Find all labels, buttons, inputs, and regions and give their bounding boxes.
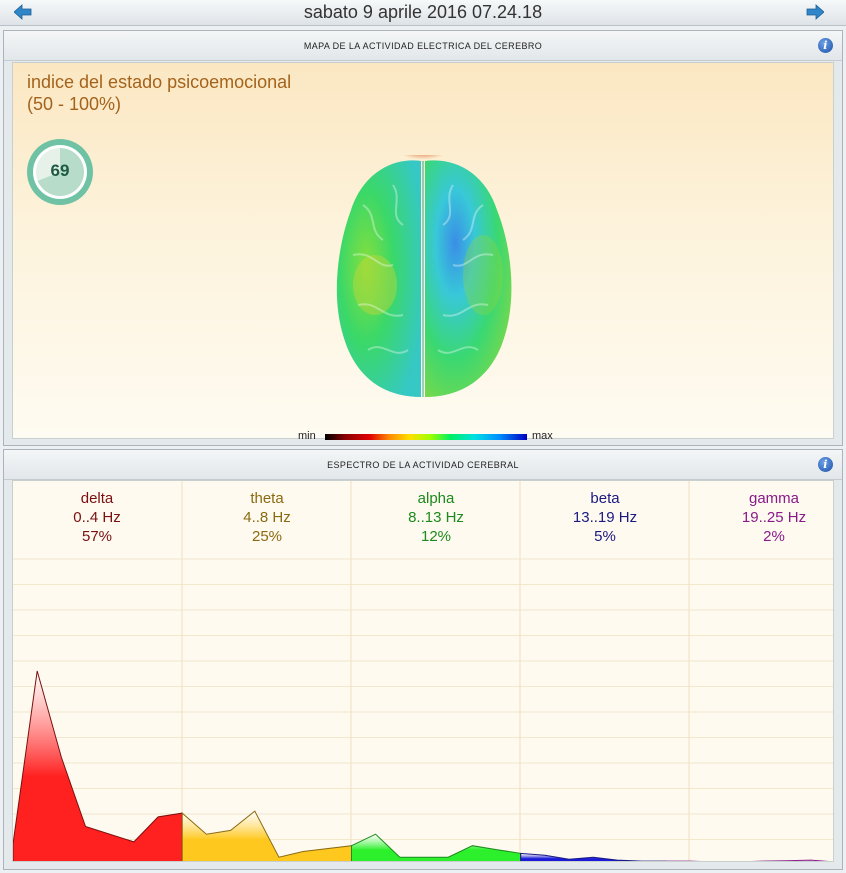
brain-map-panel: MAPA DE LA ACTIVIDAD ELECTRICA DEL CEREB… [3, 30, 843, 446]
date-time: sabato 9 aprile 2016 07.24.18 [303, 2, 543, 22]
panel-title: MAPA DE LA ACTIVIDAD ELECTRICA DEL CEREB… [4, 31, 842, 61]
gauge-value: 69 [50, 161, 70, 180]
index-title: indice del estado psicoemocional [27, 72, 292, 92]
index-range: (50 - 100%) [27, 94, 122, 114]
brain-map-body: indice del estado psicoemocional (50 - 1… [12, 62, 834, 442]
band-delta: delta 0..4 Hz 57% [13, 489, 181, 546]
band-name: gamma [748, 490, 800, 507]
band-gamma: gamma 19..25 Hz 2% [690, 489, 833, 546]
spectrum-area-delta [13, 670, 183, 861]
band-percent: 57% [81, 528, 113, 545]
top-bar: sabato 9 aprile 2016 07.24.18 [0, 0, 846, 26]
band-range: 4..8 Hz [243, 509, 291, 526]
arrow-right-icon[interactable] [806, 4, 824, 20]
band-percent: 25% [251, 528, 283, 545]
band-percent: 12% [420, 528, 452, 545]
band-name: alpha [417, 490, 455, 507]
index-title-block: indice del estado psicoemocional (50 - 1… [27, 71, 291, 115]
band-name: beta [590, 490, 620, 507]
band-name: delta [80, 490, 114, 507]
panel-title: ESPECTRO DE LA ACTIVIDAD CEREBRAL i [4, 450, 842, 480]
band-theta: theta 4..8 Hz 25% [183, 489, 351, 546]
band-beta: beta 13..19 Hz 5% [521, 489, 689, 546]
info-icon[interactable]: i [818, 457, 833, 472]
info-icon[interactable]: i [818, 38, 833, 53]
scale-min-label: min [298, 430, 316, 442]
band-percent: 2% [763, 528, 785, 545]
scale-max-label: max [532, 430, 553, 442]
band-range: 19..25 Hz [741, 509, 807, 526]
band-name: theta [250, 490, 284, 507]
brain-activity-map [336, 155, 512, 397]
band-alpha: alpha 8..13 Hz 12% [352, 489, 520, 546]
band-range: 8..13 Hz [408, 509, 464, 526]
band-percent: 5% [594, 528, 616, 545]
band-range: 13..19 Hz [572, 509, 638, 526]
spectrum-area-theta [181, 810, 353, 861]
spectrum-area-gamma [665, 859, 829, 861]
spectrum-area-alpha [350, 833, 522, 861]
spectrum-chart: delta 0..4 Hz 57% theta 4..8 Hz 25% alph… [12, 480, 834, 862]
spectrum-panel: ESPECTRO DE LA ACTIVIDAD CEREBRAL i delt… [3, 449, 843, 870]
spectrum-area-beta [520, 852, 667, 861]
band-range: 0..4 Hz [73, 509, 121, 526]
activity-colorbar [325, 434, 527, 440]
map-panel-title: MAPA DE LA ACTIVIDAD ELECTRICA DEL CEREB… [303, 41, 543, 51]
spectrum-panel-title: ESPECTRO DE LA ACTIVIDAD CEREBRAL [327, 460, 519, 470]
